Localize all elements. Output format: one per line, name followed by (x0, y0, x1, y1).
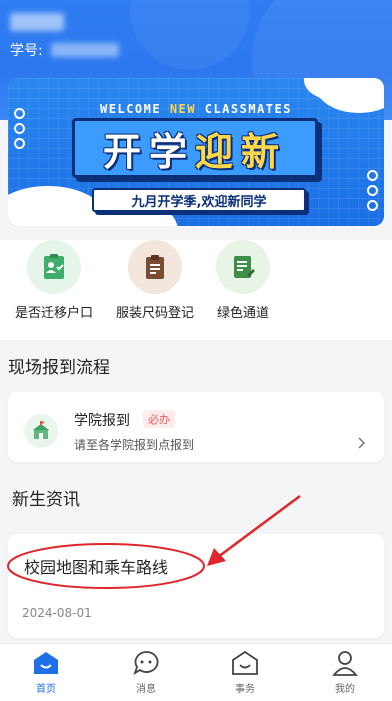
tab-home[interactable]: 首页 (6, 648, 86, 695)
header-decoration (130, 0, 250, 70)
home-icon (6, 648, 86, 678)
message-icon (106, 648, 186, 678)
news-item-title: 校园地图和乘车路线 (24, 558, 169, 577)
tab-messages[interactable]: 消息 (106, 648, 186, 695)
school-icon (24, 414, 58, 448)
welcome-banner[interactable]: WELCOME NEW CLASSMATES 开学迎新 九月开学季,欢迎新同学 (8, 78, 384, 226)
news-card[interactable]: 校园地图和乘车路线 2024-08-01 (8, 534, 384, 638)
banner-title: 开学迎新 (102, 129, 288, 174)
action-hukou-transfer[interactable]: 是否迁移户口 (6, 240, 102, 321)
banner-title-box: 开学迎新 (72, 118, 318, 178)
chevron-right-icon (358, 434, 366, 453)
action-label: 服装尺码登记 (115, 306, 194, 321)
action-uniform-size[interactable]: 服装尺码登记 (107, 240, 203, 321)
clipboard-icon (128, 240, 182, 294)
student-id-label: 学号: (10, 43, 43, 59)
quick-actions: 是否迁移户口 服装尺码登记 绿色通道 (0, 240, 392, 340)
banner-subtitle: 九月开学季,欢迎新同学 (92, 188, 306, 212)
banner-dots-left (14, 108, 25, 149)
tab-label: 我的 (335, 684, 355, 695)
tab-profile[interactable]: 我的 (305, 648, 385, 695)
student-id-redacted (50, 43, 119, 57)
report-item-desc: 请至各学院报到点报到 (74, 438, 195, 452)
action-label: 是否迁移户口 (14, 306, 93, 321)
college-report-card[interactable]: 学院报到 必办 请至各学院报到点报到 (8, 392, 384, 462)
student-name-redacted (10, 13, 64, 31)
tab-label: 消息 (136, 684, 156, 695)
action-green-channel[interactable]: 绿色通道 (195, 240, 291, 321)
onsite-section-title: 现场报到流程 (8, 358, 110, 378)
tab-label: 事务 (235, 684, 255, 695)
affairs-icon (205, 648, 285, 678)
profile-icon (305, 648, 385, 678)
banner-welcome-text: WELCOME NEW CLASSMATES (100, 102, 292, 116)
bottom-tab-bar: 首页 消息 事务 我的 (0, 643, 392, 701)
student-id-row: 学号: (10, 40, 119, 60)
news-section-title: 新生资讯 (12, 490, 80, 510)
edit-document-icon (216, 240, 270, 294)
tab-label: 首页 (36, 684, 56, 695)
tab-affairs[interactable]: 事务 (205, 648, 285, 695)
id-card-icon (27, 240, 81, 294)
banner-dots-right (367, 170, 378, 211)
news-item-date: 2024-08-01 (22, 606, 92, 620)
action-label: 绿色通道 (216, 306, 269, 321)
report-item-title: 学院报到 (74, 413, 130, 429)
required-badge: 必办 (143, 410, 175, 428)
